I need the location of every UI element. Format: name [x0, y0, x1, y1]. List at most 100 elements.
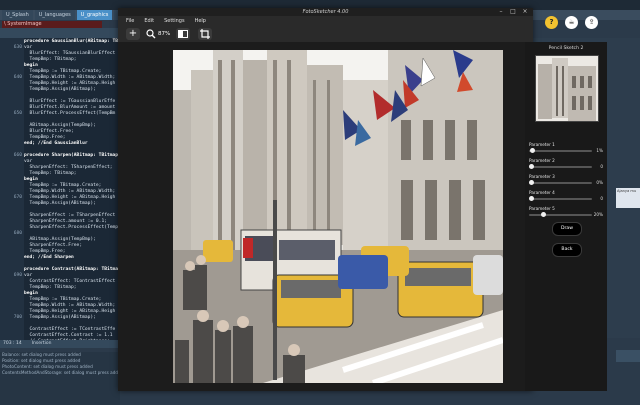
edit-mode: Insertion: [31, 341, 52, 346]
code-text: TempBmp.Width := ABitmap.Width;: [24, 303, 116, 308]
code-text: TempBmp.Assign(ABitmap);: [24, 315, 96, 320]
code-text: BlurEffect := TGaussianBlurEffe: [24, 99, 116, 104]
code-text: begin: [24, 177, 38, 182]
parameter-1: Parameter 1 1%: [529, 142, 605, 156]
code-editor[interactable]: procedure GaussianBlur(ABitmap: TB 630 var…: [0, 38, 120, 340]
code-text: TempBmp := TBitmap.Create;: [24, 69, 102, 74]
menu-bar: File Edit Settings Help: [118, 16, 541, 26]
parameter-3-slider-knob[interactable]: [529, 180, 534, 185]
toolbar: + 87%: [118, 26, 533, 42]
parameter-4-value: 0: [600, 196, 603, 201]
parameter-3-label: Parameter 3: [529, 174, 555, 179]
code-text: var: [24, 159, 33, 164]
maximize-icon[interactable]: □: [508, 8, 518, 16]
image-canvas[interactable]: [118, 42, 531, 391]
code-text: begin: [24, 291, 38, 296]
ide-tab[interactable]: U_languages: [34, 10, 75, 20]
parameter-3-slider[interactable]: [529, 182, 592, 184]
parameter-4: Parameter 4 0: [529, 190, 605, 204]
add-icon[interactable]: +: [126, 28, 140, 40]
effect-side-panel: ? ☕ ⇪ Pencil Sketch 2 Parameter 1 1% Par…: [525, 16, 607, 391]
parameter-1-label: Parameter 1: [529, 142, 555, 147]
code-text: TempBmp: TBitmap;: [24, 285, 77, 290]
back-button[interactable]: Back: [552, 243, 582, 257]
code-text: procedure GaussianBlur(ABitmap: TB: [24, 39, 119, 44]
ide-statusbar: 703 : 14 Insertion: [0, 340, 120, 348]
code-text: ABitmap.Assign(TempBmp);: [24, 237, 96, 242]
code-text: end; //End GaussianBlur: [24, 141, 88, 146]
help-icon[interactable]: ?: [545, 16, 558, 29]
parameter-5-slider[interactable]: [529, 214, 592, 216]
parameter-4-slider-knob[interactable]: [529, 196, 534, 201]
code-text: BlurEffect.Free;: [24, 129, 74, 134]
parameter-1-slider[interactable]: [529, 150, 592, 152]
coffee-icon[interactable]: ☕: [565, 16, 578, 29]
sketch-preview-image: [173, 50, 503, 383]
split-view-icon[interactable]: [176, 28, 190, 40]
zoom-level: 87%: [158, 31, 171, 37]
share-icon[interactable]: ⇪: [585, 16, 598, 29]
code-text: TempBmp.Height := ABitmap.Heigh: [24, 81, 116, 86]
parameter-4-slider[interactable]: [529, 198, 592, 200]
parameter-2-slider[interactable]: [529, 166, 592, 168]
code-text: TempBmp.Free;: [24, 249, 66, 254]
parameter-4-label: Parameter 4: [529, 190, 555, 195]
code-text: TempBmp := TBitmap.Create;: [24, 183, 102, 188]
code-text: TempBmp.Assign(ABitmap);: [24, 201, 96, 206]
app-titlebar: FotoSketcher 4.00 – □ ×: [118, 8, 533, 16]
code-text: ContrastEffect := TContrastEffe: [24, 327, 116, 332]
minimize-icon[interactable]: –: [496, 8, 506, 16]
code-text: ABitmap.Assign(TempBmp);: [24, 123, 96, 128]
ide-right-note: Ajanya mu: [616, 188, 640, 208]
parameter-3: Parameter 3 0%: [529, 174, 605, 188]
code-text: procedure Contrast(ABitmap: TBitmap: [24, 267, 120, 272]
app-title: FotoSketcher 4.00: [302, 9, 349, 15]
ide-subtoolbar: [0, 28, 120, 38]
menu-file[interactable]: File: [126, 16, 134, 26]
effect-title: Pencil Sketch 2: [548, 46, 584, 51]
code-text: end; //End Sharpen: [24, 255, 74, 260]
menu-settings[interactable]: Settings: [164, 16, 185, 26]
code-text: TempBmp.Assign(ABitmap);: [24, 87, 96, 92]
ide-tab[interactable]: U_Splash: [2, 10, 33, 20]
cursor-position: 703 : 14: [3, 341, 22, 346]
code-text: ContrastEffect: TContrastEffect: [24, 279, 116, 284]
code-text: ContrastEffect.Contrast := 1.1: [24, 333, 113, 338]
code-text: SharpenEffect.ProcessEffect(Temp: [24, 225, 119, 230]
ide-messages-panel: Balance: set dialog must press added Posi…: [0, 352, 120, 405]
code-text: SharpenEffect.amount := 0.1;: [24, 219, 107, 224]
code-text: TempBmp.Height := ABitmap.Heigh: [24, 195, 116, 200]
parameter-1-slider-knob[interactable]: [529, 148, 535, 153]
code-text: SharpenEffect: TSharpenEffect;: [24, 165, 113, 170]
ide-path-label: \ SystemImage: [2, 21, 102, 28]
effect-thumbnail[interactable]: [535, 55, 599, 122]
parameter-2-slider-knob[interactable]: [529, 164, 534, 169]
close-icon[interactable]: ×: [520, 8, 530, 16]
crop-icon[interactable]: [198, 28, 212, 40]
parameter-5-value: 20%: [593, 212, 603, 217]
code-text: TempBmp.Width := ABitmap.Width;: [24, 189, 116, 194]
parameter-2-label: Parameter 2: [529, 158, 555, 163]
parameter-1-value: 1%: [596, 148, 603, 153]
menu-edit[interactable]: Edit: [144, 16, 154, 26]
code-text: TempBmp := TBitmap.Create;: [24, 297, 102, 302]
zoom-icon[interactable]: [145, 28, 157, 40]
parameter-3-value: 0%: [596, 180, 603, 185]
code-text: BlurEffect.BlurAmount := amount: [24, 105, 116, 110]
code-text: TempBmp: TBitmap;: [24, 171, 77, 176]
code-text: TempBmp.Height := ABitmap.Heigh: [24, 309, 116, 314]
code-text: BlurEffect: TGaussianBlurEffect: [24, 51, 116, 56]
parameter-2-value: 0: [600, 164, 603, 169]
parameter-2: Parameter 2 0: [529, 158, 605, 172]
menu-help[interactable]: Help: [195, 16, 206, 26]
code-text: TempBmp.Free;: [24, 135, 66, 140]
code-text: TempBmp.Width := ABitmap.Width;: [24, 75, 116, 80]
ide-right-foot: [616, 350, 640, 362]
code-text: var: [24, 273, 33, 278]
code-text: TempBmp: TBitmap;: [24, 57, 77, 62]
ide-tab[interactable]: U_graphics: [76, 10, 113, 20]
parameter-5-slider-knob[interactable]: [540, 212, 546, 217]
parameter-5: Parameter 5 20%: [529, 206, 605, 220]
draw-button[interactable]: Draw: [552, 222, 582, 236]
code-text: SharpenEffect := TSharpenEffect: [24, 213, 116, 218]
